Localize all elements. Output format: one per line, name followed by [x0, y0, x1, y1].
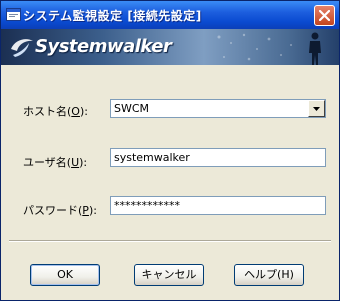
- help-button[interactable]: ヘルプ(H): [234, 264, 304, 286]
- host-value: SWCM: [114, 102, 150, 115]
- banner-logo-text: Systemwalker: [35, 36, 172, 57]
- password-label: パスワード(P):: [23, 204, 97, 217]
- user-value: systemwalker: [114, 151, 190, 164]
- separator: [9, 240, 331, 242]
- window-title: システム監視設定 [接続先設定]: [23, 9, 202, 23]
- password-value: ************: [114, 199, 180, 212]
- user-input[interactable]: systemwalker: [110, 148, 326, 167]
- product-banner: Systemwalker: [1, 29, 339, 65]
- password-input[interactable]: ************: [110, 196, 326, 215]
- cancel-button[interactable]: キャンセル: [134, 264, 204, 286]
- chevron-down-icon: [313, 107, 320, 111]
- title-bar[interactable]: システム監視設定 [接続先設定]: [1, 1, 339, 29]
- ok-button[interactable]: OK: [30, 264, 100, 286]
- close-button[interactable]: [314, 5, 335, 26]
- banner-decoration: [217, 33, 292, 61]
- host-combobox[interactable]: SWCM: [110, 99, 326, 118]
- host-label: ホスト名(O):: [23, 105, 88, 118]
- host-dropdown-button[interactable]: [308, 100, 325, 117]
- app-window-icon: [6, 8, 21, 21]
- dialog-window: システム監視設定 [接続先設定] Systemwalker ホスト名(O): S…: [0, 0, 340, 301]
- user-label: ユーザ名(U):: [23, 156, 88, 169]
- person-silhouette-icon: [309, 32, 321, 65]
- systemwalker-logo-icon: [11, 39, 33, 57]
- close-icon: [319, 10, 330, 21]
